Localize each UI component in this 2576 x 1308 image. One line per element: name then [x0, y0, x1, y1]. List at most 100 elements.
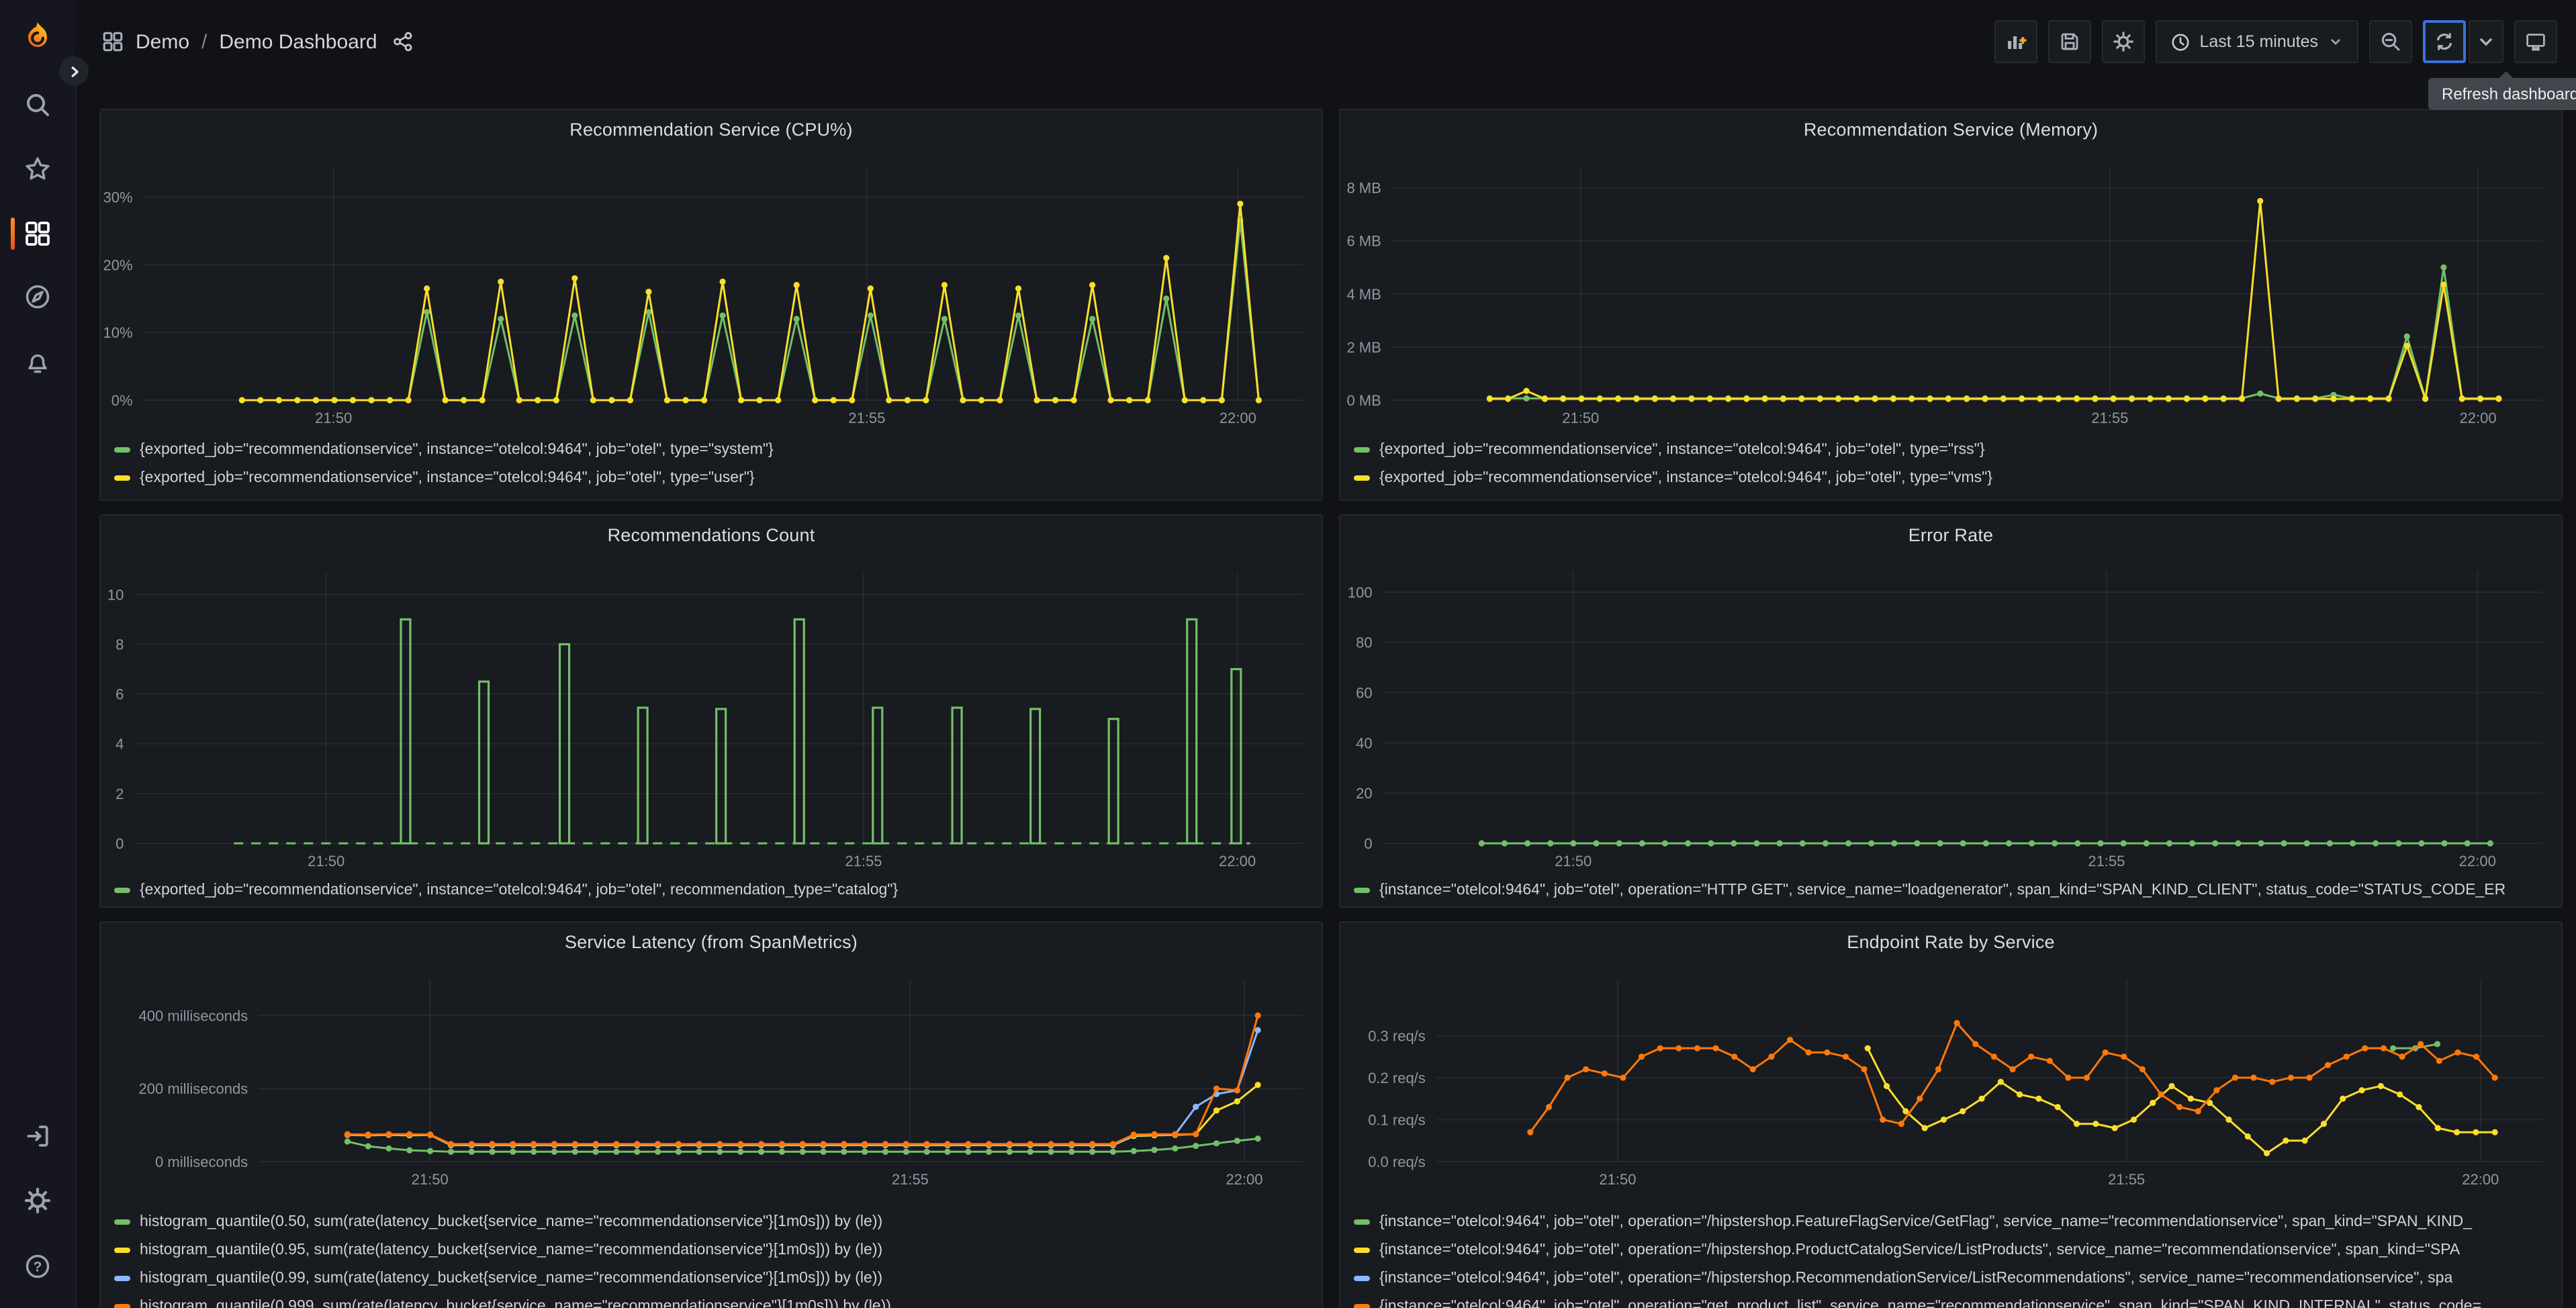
legend-swatch	[1354, 887, 1370, 892]
breadcrumb-separator: /	[201, 30, 208, 53]
legend-label: {exported_job="recommendationservice", i…	[140, 469, 755, 485]
svg-text:21:50: 21:50	[1599, 1171, 1636, 1188]
dashboards-icon[interactable]	[24, 220, 51, 247]
legend-item[interactable]: {instance="otelcol:9464", job="otel", op…	[1354, 1264, 2556, 1292]
cpu-chart[interactable]: 0% 10% 20% 30% 21:50 21:55 22:00	[101, 148, 1322, 432]
svg-text:4 MB: 4 MB	[1346, 286, 1381, 303]
legend-item[interactable]: {exported_job="recommendationservice", i…	[114, 435, 1316, 463]
legend-swatch	[114, 1219, 130, 1224]
legend-item[interactable]: {exported_job="recommendationservice", i…	[114, 463, 1316, 492]
svg-text:10%: 10%	[103, 324, 133, 341]
legend-swatch	[1354, 475, 1370, 480]
time-range-label: Last 15 minutes	[2199, 32, 2319, 51]
refresh-dashboard-button[interactable]	[2423, 20, 2466, 63]
refresh-interval-button[interactable]	[2469, 20, 2503, 63]
legend-item[interactable]: {exported_job="recommendationservice", i…	[1354, 463, 2556, 492]
svg-text:0.3 req/s: 0.3 req/s	[1368, 1027, 1426, 1044]
dashboard-settings-button[interactable]	[2101, 20, 2145, 63]
legend-swatch	[114, 1247, 130, 1252]
refresh-icon	[2437, 33, 2452, 50]
legend-item[interactable]: {instance="otelcol:9464", job="otel", op…	[1354, 1292, 2556, 1308]
svg-text:2: 2	[116, 786, 124, 802]
panel-cpu: Recommendation Service (CPU%) 0% 10% 20% 30…	[99, 109, 1323, 501]
tv-monitor-icon	[2526, 34, 2545, 51]
memory-chart[interactable]: 0 MB 2 MB 4 MB 6 MB 8 MB 21:50 21:55 22:00	[1340, 148, 2561, 432]
panel-memory: Recommendation Service (Memory) 0 MB 2 MB…	[1339, 109, 2563, 501]
svg-text:40: 40	[1356, 735, 1372, 751]
svg-text:10: 10	[107, 586, 124, 603]
legend-swatch	[114, 447, 130, 452]
tooltip-text: Refresh dashboard	[2442, 85, 2576, 103]
sidebar-expand-button[interactable]	[59, 56, 89, 86]
svg-text:21:50: 21:50	[315, 410, 352, 426]
panel-title[interactable]: Recommendations Count	[101, 516, 1322, 545]
svg-text:22:00: 22:00	[1226, 1171, 1262, 1188]
endpoint-rate-chart[interactable]: 0.0 req/s 0.1 req/s 0.2 req/s 0.3 req/s 21:5…	[1340, 963, 2561, 1194]
panel-title[interactable]: Recommendation Service (CPU%)	[101, 110, 1322, 140]
recommendations-count-legend: {exported_job="recommendationservice", i…	[114, 876, 1316, 904]
recommendations-count-chart[interactable]: 0 2 4 6 8 10 21:50 21:55 22:00	[101, 553, 1322, 876]
legend-item[interactable]: histogram_quantile(0.50, sum(rate(latenc…	[114, 1207, 1316, 1235]
svg-text:200 milliseconds: 200 milliseconds	[139, 1080, 248, 1097]
panel-title[interactable]: Service Latency (from SpanMetrics)	[101, 923, 1322, 952]
svg-text:21:55: 21:55	[845, 853, 882, 870]
legend-item[interactable]: {exported_job="recommendationservice", i…	[114, 876, 1316, 904]
legend-item[interactable]: histogram_quantile(0.95, sum(rate(latenc…	[114, 1235, 1316, 1264]
sign-in-icon[interactable]	[24, 1123, 51, 1150]
legend-label: {instance="otelcol:9464", job="otel", op…	[1379, 882, 2506, 898]
save-dashboard-button[interactable]	[2048, 20, 2091, 63]
svg-text:0%: 0%	[111, 392, 133, 409]
svg-text:21:55: 21:55	[2091, 410, 2128, 426]
svg-text:8: 8	[116, 636, 124, 653]
legend-item[interactable]: histogram_quantile(0.999, sum(rate(laten…	[114, 1292, 1316, 1308]
endpoint-rate-legend: {instance="otelcol:9464", job="otel", op…	[1354, 1207, 2556, 1308]
svg-text:21:55: 21:55	[892, 1171, 929, 1188]
svg-text:21:55: 21:55	[2088, 853, 2125, 870]
clock-icon	[2171, 33, 2189, 50]
legend-item[interactable]: {instance="otelcol:9464", job="otel", op…	[1354, 1235, 2556, 1264]
svg-text:2 MB: 2 MB	[1346, 339, 1381, 356]
svg-text:0: 0	[1364, 835, 1372, 852]
svg-text:0.2 req/s: 0.2 req/s	[1368, 1070, 1426, 1086]
error-rate-legend: {instance="otelcol:9464", job="otel", op…	[1354, 876, 2556, 904]
add-panel-icon	[2007, 36, 2026, 49]
legend-item[interactable]: {instance="otelcol:9464", job="otel", op…	[1354, 1207, 2556, 1235]
svg-text:22:00: 22:00	[1220, 410, 1256, 426]
panel-title[interactable]: Endpoint Rate by Service	[1340, 923, 2561, 952]
share-icon[interactable]	[392, 31, 414, 52]
svg-text:22:00: 22:00	[2459, 853, 2496, 870]
grafana-logo-icon[interactable]	[19, 19, 56, 56]
cycle-view-mode-button[interactable]	[2514, 20, 2557, 63]
alerting-bell-icon[interactable]	[24, 349, 51, 376]
svg-text:8 MB: 8 MB	[1346, 180, 1381, 197]
legend-item[interactable]: histogram_quantile(0.99, sum(rate(latenc…	[114, 1264, 1316, 1292]
legend-item[interactable]: {instance="otelcol:9464", job="otel", op…	[1354, 876, 2556, 904]
explore-compass-icon[interactable]	[24, 283, 51, 310]
search-icon[interactable]	[24, 91, 51, 118]
svg-text:21:55: 21:55	[848, 410, 885, 426]
legend-label: {instance="otelcol:9464", job="otel", op…	[1379, 1213, 2473, 1229]
panel-title[interactable]: Recommendation Service (Memory)	[1340, 110, 2561, 140]
dashboard-toolbar: Last 15 minutes	[1994, 20, 2557, 63]
error-rate-chart[interactable]: 0 20 40 60 80 100 21:50 21:55 22:00	[1340, 553, 2561, 876]
svg-text:4: 4	[116, 736, 124, 753]
service-latency-chart[interactable]: 0 milliseconds 200 milliseconds 400 millis…	[101, 963, 1322, 1194]
starred-icon[interactable]	[24, 156, 51, 183]
help-icon[interactable]: ?	[24, 1253, 51, 1280]
chevron-right-icon	[71, 66, 78, 77]
add-panel-button[interactable]	[1994, 20, 2037, 63]
server-admin-gear-icon[interactable]	[24, 1187, 51, 1214]
svg-text:80: 80	[1356, 635, 1372, 651]
zoom-out-button[interactable]	[2369, 20, 2412, 63]
breadcrumb-parent[interactable]: Demo	[136, 30, 189, 53]
time-range-picker[interactable]: Last 15 minutes	[2155, 20, 2358, 63]
service-latency-legend: histogram_quantile(0.50, sum(rate(latenc…	[114, 1207, 1316, 1308]
svg-text:22:00: 22:00	[2462, 1171, 2499, 1188]
svg-text:30%: 30%	[103, 189, 133, 205]
legend-item[interactable]: {exported_job="recommendationservice", i…	[1354, 435, 2556, 463]
svg-text:21:50: 21:50	[1555, 853, 1592, 870]
panel-title[interactable]: Error Rate	[1340, 516, 2561, 545]
top-nav: Demo / Demo Dashboard Last 15 minutes Re…	[75, 0, 2576, 110]
svg-text:0.0 req/s: 0.0 req/s	[1368, 1154, 1426, 1170]
legend-swatch	[1354, 1219, 1370, 1224]
